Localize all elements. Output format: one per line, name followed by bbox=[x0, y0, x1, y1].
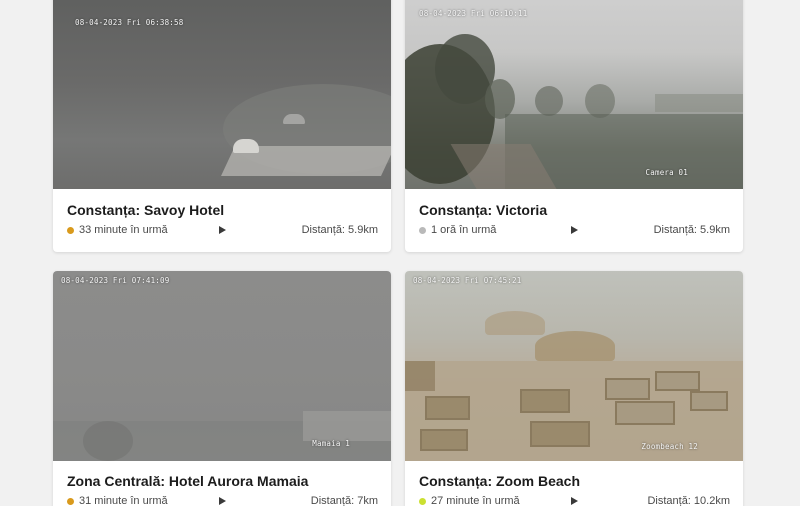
webcam-card-savoy-hotel[interactable]: 08-04-2023 Fri 06:38:58 Constanța: Savoy… bbox=[53, 0, 391, 252]
tree bbox=[83, 421, 133, 461]
distance: Distanță: 5.9km bbox=[653, 224, 730, 236]
lounge-sofa bbox=[530, 421, 590, 447]
last-update-time: 31 minute în urmă bbox=[79, 495, 168, 506]
webcam-card-victoria[interactable]: 08-04-2023 Fri 06:10:11 Camera 01 Consta… bbox=[405, 0, 743, 252]
lounge-sofa bbox=[520, 389, 570, 413]
distance: Distanță: 7km bbox=[310, 495, 378, 506]
camera-label: Zoombeach 12 bbox=[641, 442, 698, 451]
status-dot bbox=[419, 226, 426, 234]
webcam-title[interactable]: Constanța: Victoria bbox=[419, 202, 729, 218]
play-icon[interactable] bbox=[219, 226, 226, 234]
camera-timestamp: 08-04-2023 Fri 06:38:58 bbox=[75, 18, 184, 27]
lounge-sofa bbox=[655, 371, 700, 391]
tree bbox=[585, 84, 615, 118]
camera-label: Camera 01 bbox=[645, 168, 688, 177]
play-icon[interactable] bbox=[571, 226, 578, 234]
status-dot bbox=[67, 226, 74, 234]
webcam-title[interactable]: Constanța: Savoy Hotel bbox=[67, 202, 377, 218]
straw-umbrella bbox=[535, 331, 615, 361]
lounge-sofa bbox=[690, 391, 728, 411]
camera-timestamp: 08-04-2023 Fri 06:10:11 bbox=[419, 9, 528, 18]
last-update-time: 27 minute în urmă bbox=[431, 495, 520, 506]
play-icon[interactable] bbox=[219, 497, 226, 505]
camera-label: Mamaia 1 bbox=[312, 439, 350, 448]
camera-timestamp: 08-04-2023 Fri 07:41:09 bbox=[61, 276, 170, 285]
lounge-sofa bbox=[425, 396, 470, 420]
tree bbox=[535, 86, 563, 116]
webcam-thumbnail[interactable]: 08-04-2023 Fri 06:10:11 Camera 01 bbox=[405, 0, 743, 189]
webcam-card-hotel-aurora-mamaia[interactable]: 08-04-2023 Fri 07:41:09 Mamaia 1 Zona Ce… bbox=[53, 271, 391, 506]
distance: Distanță: 5.9km bbox=[301, 224, 378, 236]
status-dot bbox=[419, 497, 426, 505]
tree bbox=[485, 79, 515, 119]
umbrella bbox=[233, 139, 259, 153]
building bbox=[655, 94, 743, 112]
lounge-sofa bbox=[605, 378, 650, 400]
building bbox=[303, 411, 391, 441]
webcam-thumbnail[interactable]: 08-04-2023 Fri 07:45:21 Zoombeach 12 bbox=[405, 271, 743, 461]
webcam-card-zoom-beach[interactable]: 08-04-2023 Fri 07:45:21 Zoombeach 12 Con… bbox=[405, 271, 743, 506]
lounge-sofa bbox=[615, 401, 675, 425]
camera-timestamp: 08-04-2023 Fri 07:45:21 bbox=[413, 276, 522, 285]
webcam-thumbnail[interactable]: 08-04-2023 Fri 06:38:58 bbox=[53, 0, 391, 189]
bar-kiosk bbox=[405, 361, 435, 391]
last-update-time: 33 minute în urmă bbox=[79, 224, 168, 236]
distance: Distanță: 10.2km bbox=[647, 495, 730, 506]
webcam-thumbnail[interactable]: 08-04-2023 Fri 07:41:09 Mamaia 1 bbox=[53, 271, 391, 461]
umbrella bbox=[283, 114, 305, 124]
webcam-title[interactable]: Constanța: Zoom Beach bbox=[419, 473, 729, 489]
lounge-sofa bbox=[420, 429, 468, 451]
webcam-title[interactable]: Zona Centrală: Hotel Aurora Mamaia bbox=[67, 473, 377, 489]
last-update-time: 1 oră în urmă bbox=[431, 224, 497, 236]
play-icon[interactable] bbox=[571, 497, 578, 505]
straw-umbrella bbox=[485, 311, 545, 335]
status-dot bbox=[67, 497, 74, 505]
